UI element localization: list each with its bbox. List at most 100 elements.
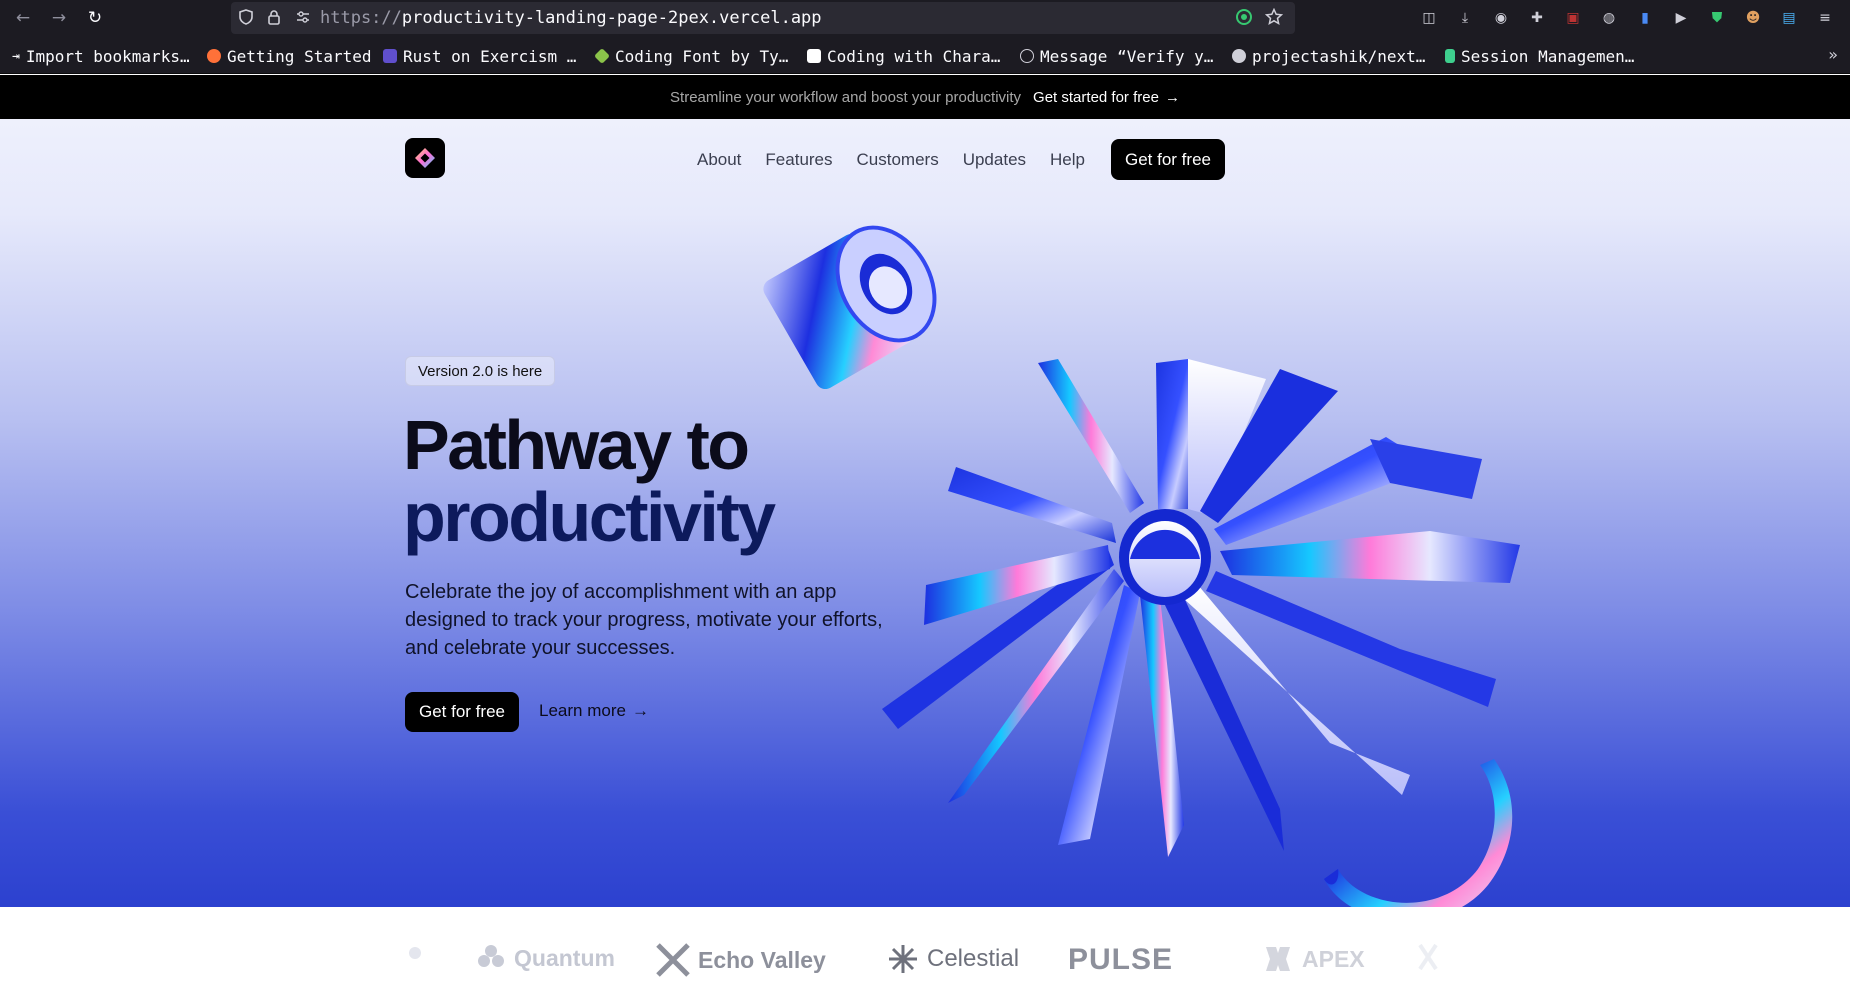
extension-badge-icon[interactable] — [1235, 8, 1253, 26]
get-started-label: Get started for free — [1033, 88, 1159, 106]
logo-echo-valley-label: Echo Valley — [698, 946, 826, 973]
celestial-logo-icon — [889, 945, 917, 973]
hero-title: Pathway to productivity — [403, 406, 776, 553]
main-nav: About Features Customers Updates Help Ge… — [697, 139, 1225, 180]
site-permissions-icon[interactable] — [295, 9, 311, 25]
logo-diamond-icon — [415, 148, 435, 168]
blade-shape — [1184, 585, 1410, 795]
globe-icon — [1020, 49, 1034, 63]
hero-title-line1: Pathway to — [403, 406, 750, 484]
address-bar[interactable]: https://productivity-landing-page-2pex.v… — [231, 2, 1295, 34]
bookmark-label: Coding with Chara… — [827, 46, 1001, 66]
bookmark-item[interactable]: Rust on Exercism … — [383, 46, 576, 66]
quantum-logo-icon — [478, 945, 504, 967]
bookmark-item[interactable]: Session Managemen… — [1445, 46, 1634, 66]
learn-more-link[interactable]: Learn more → — [539, 701, 649, 721]
nav-features[interactable]: Features — [765, 150, 832, 170]
bookmarks-toolbar: ⇥ Import bookmarks… Getting Started Rust … — [0, 37, 1850, 74]
blade-shape — [882, 549, 1114, 729]
hero-section: About Features Customers Updates Help Ge… — [0, 119, 1850, 907]
url-text[interactable]: https://productivity-landing-page-2pex.v… — [320, 8, 822, 28]
tube-hole-inner-shape — [868, 266, 908, 309]
logo-faded-left — [405, 943, 425, 963]
forward-icon[interactable]: → — [48, 7, 70, 29]
bookmark-label: Session Managemen… — [1461, 46, 1635, 66]
bookmark-item[interactable]: Message “Verify y… — [1020, 46, 1213, 66]
blade-shape — [1220, 531, 1520, 583]
bookmark-item[interactable]: Coding with Chara… — [807, 46, 1000, 66]
shield-icon — [239, 9, 253, 25]
reload-icon[interactable]: ↻ — [84, 7, 106, 29]
faded-logo-icon — [1418, 943, 1438, 971]
bookmark-item[interactable]: ⇥ Import bookmarks… — [12, 46, 190, 66]
bookmark-label: Message “Verify y… — [1040, 46, 1214, 66]
blade-shape — [1370, 439, 1482, 499]
blade-shape — [1214, 437, 1434, 545]
learn-more-label: Learn more — [539, 701, 626, 720]
url-scheme: https:// — [320, 8, 402, 28]
echo-valley-logo-icon — [656, 943, 690, 977]
blade-shape — [1200, 369, 1338, 523]
logo-pulse: PULSE — [1068, 943, 1173, 977]
nav-updates[interactable]: Updates — [963, 150, 1026, 170]
customer-logos: Quantum Echo Valley Celestial PULSE APEX — [0, 907, 1850, 1006]
globe-icon[interactable]: ◍ — [1598, 7, 1620, 29]
bookmark-item[interactable]: Getting Started — [207, 46, 372, 66]
extensions-icon[interactable]: ✚ — [1526, 7, 1548, 29]
blade-shape — [948, 467, 1116, 543]
apex-logo-icon — [1266, 947, 1290, 971]
bookmark-item[interactable]: projectashik/next… — [1232, 46, 1425, 66]
face-ext-icon[interactable]: ☻ — [1742, 7, 1764, 29]
supabase-icon — [1445, 49, 1455, 63]
coding-font-icon — [594, 48, 610, 64]
extension-red-icon[interactable]: ▣ — [1562, 7, 1584, 29]
bookmark-label: Coding Font by Ty… — [615, 46, 789, 66]
menu-icon[interactable]: ≡ — [1814, 7, 1836, 29]
hub-ring-shape — [1119, 509, 1211, 605]
firefox-icon — [207, 49, 221, 63]
hero-subtitle: Celebrate the joy of accomplishment with… — [405, 581, 883, 659]
browser-toolbar: ← → ↻ https://productivity-landing-page-… — [0, 0, 1850, 37]
version-badge[interactable]: Version 2.0 is here — [405, 356, 556, 386]
chevron-more-icon[interactable]: » — [1828, 45, 1838, 64]
brand-logo[interactable] — [405, 138, 445, 178]
arrow-right-icon: → — [631, 701, 649, 720]
blade-shape — [924, 545, 1110, 625]
hero-illustration — [763, 225, 1520, 907]
account-icon[interactable]: ◉ — [1490, 7, 1512, 29]
blade-shape — [1188, 359, 1266, 515]
faded-logo-icon — [409, 947, 421, 959]
extension-blue-icon[interactable]: ▮ — [1634, 7, 1656, 29]
nav-about[interactable]: About — [697, 150, 741, 170]
url-host: productivity-landing-page-2pex.vercel.ap… — [401, 8, 822, 28]
pocket-icon[interactable]: ◫ — [1418, 7, 1440, 29]
blade-shape — [1206, 571, 1496, 707]
hub-hole-shape — [1129, 521, 1201, 597]
play-icon[interactable]: ▶ — [1670, 7, 1692, 29]
arc-shape — [1324, 759, 1513, 907]
logo-pulse-label: PULSE — [1068, 943, 1174, 976]
nav-customers[interactable]: Customers — [857, 150, 939, 170]
hero-get-for-free-button[interactable]: Get for free — [405, 692, 519, 732]
logo-faded-right — [1418, 943, 1438, 971]
hub-inner-shadow-shape — [1130, 529, 1200, 559]
bookmark-label: Getting Started — [227, 46, 372, 66]
announcement-text: Streamline your workflow and boost your … — [670, 88, 1022, 106]
download-icon[interactable]: ⤓ — [1454, 7, 1476, 29]
get-started-link[interactable]: Get started for free → — [1033, 89, 1180, 106]
logo-quantum-label: Quantum — [514, 944, 615, 971]
blade-shape — [1058, 585, 1140, 845]
tube-end-shape — [835, 225, 937, 343]
back-icon[interactable]: ← — [12, 7, 34, 29]
shield-ext-icon[interactable]: ⛊ — [1706, 7, 1728, 29]
bookmark-item[interactable]: Coding Font by Ty… — [594, 46, 789, 66]
nav-help[interactable]: Help — [1050, 150, 1085, 170]
logo-quantum: Quantum — [476, 943, 615, 973]
blade-shape — [948, 569, 1124, 803]
arrow-right-icon: → — [1164, 88, 1180, 106]
nav-get-for-free-button[interactable]: Get for free — [1111, 139, 1225, 180]
extension-cyan-icon[interactable]: ▤ — [1778, 7, 1800, 29]
import-icon: ⇥ — [12, 48, 20, 64]
bookmark-star-icon[interactable] — [1265, 8, 1283, 26]
logo-celestial-label: Celestial — [927, 945, 1020, 972]
